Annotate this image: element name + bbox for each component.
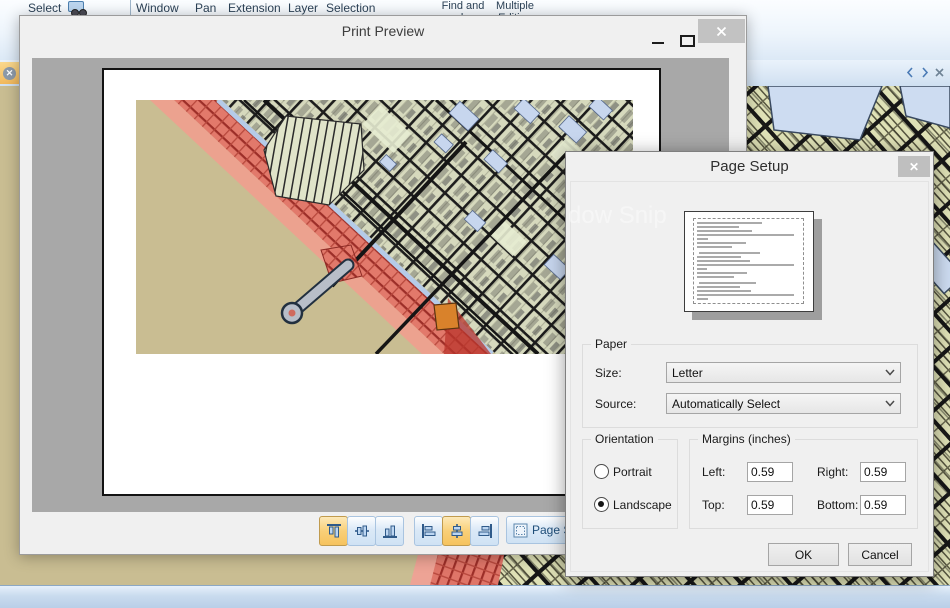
multiple-edition-label-1: Multiple: [488, 0, 542, 12]
orientation-group: Orientation Portrait Landscape: [582, 439, 678, 529]
close-circle-icon: ✕: [3, 67, 16, 80]
menu-item-selection[interactable]: Selection: [326, 1, 375, 15]
menu-item-extension[interactable]: Extension: [228, 1, 281, 15]
menu-item-select[interactable]: Select: [28, 1, 61, 15]
paper-group-label: Paper: [591, 337, 631, 351]
page-thumbnail: [684, 211, 814, 312]
margin-left-input[interactable]: [747, 462, 793, 482]
print-preview-title: Print Preview: [20, 23, 746, 39]
align-bottom-button[interactable]: [375, 516, 404, 546]
maximize-button-icon[interactable]: [680, 35, 695, 47]
align-left-icon: [421, 523, 437, 539]
find-replace-label-1: Find and: [432, 0, 494, 12]
portrait-radio[interactable]: [594, 464, 609, 479]
align-middle-button[interactable]: [347, 516, 376, 546]
page-thumbnail-margins: [693, 218, 804, 304]
chevron-down-icon: [885, 369, 895, 376]
align-right-icon: [477, 523, 493, 539]
page-thumbnail-text: [694, 219, 803, 303]
panel-close-button[interactable]: ✕: [0, 62, 19, 84]
page-setup-dialog: Page Setup ✕ dow Snip: [565, 151, 934, 577]
align-middle-icon: [354, 523, 370, 539]
close-button[interactable]: [698, 19, 745, 43]
minimize-button-icon[interactable]: [652, 42, 664, 44]
margin-top-input[interactable]: [747, 495, 793, 515]
paper-size-value: Letter: [672, 366, 703, 380]
align-right-button[interactable]: [470, 516, 499, 546]
watermark-text: dow Snip: [568, 202, 667, 230]
size-label: Size:: [595, 366, 622, 380]
align-top-button[interactable]: [319, 516, 348, 546]
margin-bottom-label: Bottom:: [817, 498, 858, 512]
margin-bottom-input[interactable]: [860, 495, 906, 515]
tab-scroll-left-icon[interactable]: [905, 67, 916, 78]
paper-source-select[interactable]: Automatically Select: [666, 393, 901, 414]
paper-source-value: Automatically Select: [672, 397, 780, 411]
tab-close-icon[interactable]: [934, 67, 945, 78]
paper-size-select[interactable]: Letter: [666, 362, 901, 383]
align-center-icon: [449, 523, 465, 539]
margin-right-label: Right:: [817, 465, 848, 479]
page-margins-icon: [513, 523, 528, 538]
landscape-radio[interactable]: [594, 497, 609, 512]
cancel-button[interactable]: Cancel: [848, 543, 912, 566]
status-bar: [0, 585, 950, 608]
margin-left-label: Left:: [702, 465, 725, 479]
tab-scroll-right-icon[interactable]: [919, 67, 930, 78]
close-icon: ✕: [909, 161, 919, 173]
chevron-down-icon: [885, 400, 895, 407]
map-preview-image: [136, 100, 633, 354]
align-left-button[interactable]: [414, 516, 443, 546]
portrait-label[interactable]: Portrait: [613, 465, 652, 479]
source-label: Source:: [595, 397, 636, 411]
margin-right-input[interactable]: [860, 462, 906, 482]
page-setup-title: Page Setup: [566, 158, 933, 175]
dialog-close-button[interactable]: ✕: [898, 156, 930, 177]
orientation-group-label: Orientation: [591, 432, 658, 446]
paper-group: Paper Size: Letter Source: Automatically…: [582, 344, 918, 428]
ribbon-separator: [130, 0, 131, 15]
align-bottom-icon: [382, 523, 398, 539]
menu-item-window[interactable]: Window: [136, 1, 179, 15]
landscape-label[interactable]: Landscape: [613, 498, 672, 512]
margins-group: Margins (inches) Left: Right: Top: Botto…: [689, 439, 918, 529]
menu-item-layer[interactable]: Layer: [288, 1, 318, 15]
margin-top-label: Top:: [702, 498, 725, 512]
align-center-button[interactable]: [442, 516, 471, 546]
align-top-icon: [326, 523, 342, 539]
ok-button[interactable]: OK: [768, 543, 839, 566]
close-icon: [716, 26, 727, 37]
menu-item-pan[interactable]: Pan: [195, 1, 216, 15]
margins-group-label: Margins (inches): [698, 432, 795, 446]
